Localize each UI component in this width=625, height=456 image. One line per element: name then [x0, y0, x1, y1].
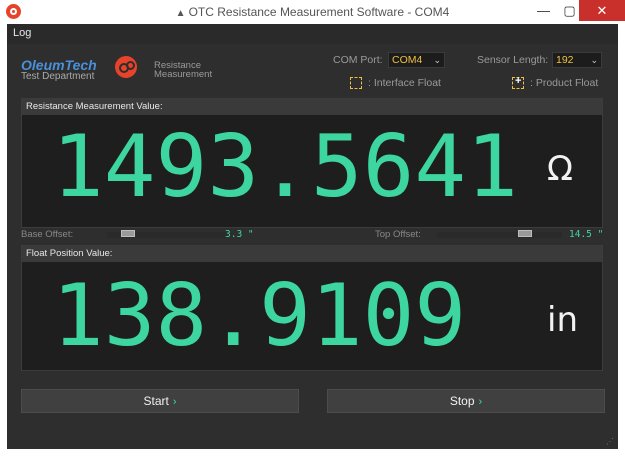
chevron-right-icon: › — [172, 396, 177, 408]
com-port-select[interactable]: COM4 ⌄ — [388, 52, 445, 68]
base-offset-value: 3.3 " — [225, 229, 254, 240]
top-offset-slider-handle[interactable] — [518, 230, 532, 237]
float-position-panel: Float Position Value: 138.9109 in — [21, 245, 603, 371]
stop-button[interactable]: Stop › — [327, 389, 605, 413]
product-float-label: : Product Float — [530, 77, 599, 89]
resistance-unit: Ω — [547, 149, 573, 189]
start-button[interactable]: Start › — [21, 389, 299, 413]
chevron-down-icon: ⌄ — [590, 55, 598, 65]
base-offset-label: Base Offset: — [21, 229, 74, 240]
float-position-unit: in — [547, 300, 578, 340]
brand-department: Test Department — [21, 71, 95, 82]
brand-subtitle: Resistance Measurement — [154, 60, 213, 80]
resistance-value: 1493.5641 — [52, 117, 518, 217]
float-position-value: 138.9109 — [52, 266, 467, 366]
sensor-length-value: 192 — [556, 54, 574, 66]
title-bar: ▲ OTC Resistance Measurement Software - C… — [0, 0, 625, 24]
sensor-length-select[interactable]: 192 ⌄ — [552, 52, 602, 68]
menu-bar: Log — [7, 24, 618, 44]
resize-grip-icon[interactable]: ⋰ — [606, 437, 614, 446]
base-offset-slider-handle[interactable] — [121, 230, 135, 237]
close-button[interactable]: ✕ — [579, 0, 625, 21]
window-title-text: OTC Resistance Measurement Software - CO… — [188, 5, 450, 19]
start-button-label: Start — [143, 394, 169, 408]
stop-button-label: Stop — [449, 394, 475, 408]
top-offset-label: Top Offset: — [375, 229, 421, 240]
resistance-panel: Resistance Measurement Value: 1493.5641 … — [21, 98, 603, 228]
product-float-icon — [512, 75, 524, 89]
gears-logo-icon — [115, 56, 137, 78]
top-offset-slider[interactable] — [437, 232, 562, 238]
chevron-down-icon: ⌄ — [433, 55, 441, 65]
resistance-panel-header: Resistance Measurement Value: — [22, 99, 602, 115]
com-port-value: COM4 — [392, 54, 423, 66]
minimize-button[interactable]: — — [530, 0, 557, 21]
sensor-length-label: Sensor Length: — [477, 54, 549, 66]
chevron-right-icon: › — [478, 396, 483, 408]
warning-icon: ▲ — [175, 8, 186, 19]
app-window: Log OleumTech Test Department Resistance… — [7, 24, 618, 449]
float-position-panel-header: Float Position Value: — [22, 246, 602, 262]
interface-float-icon — [350, 77, 362, 89]
interface-float-label: : Interface Float — [368, 77, 441, 89]
com-port-label: COM Port: — [333, 54, 383, 66]
top-offset-value: 14.5 " — [569, 229, 604, 240]
menu-item-log[interactable]: Log — [13, 27, 31, 39]
